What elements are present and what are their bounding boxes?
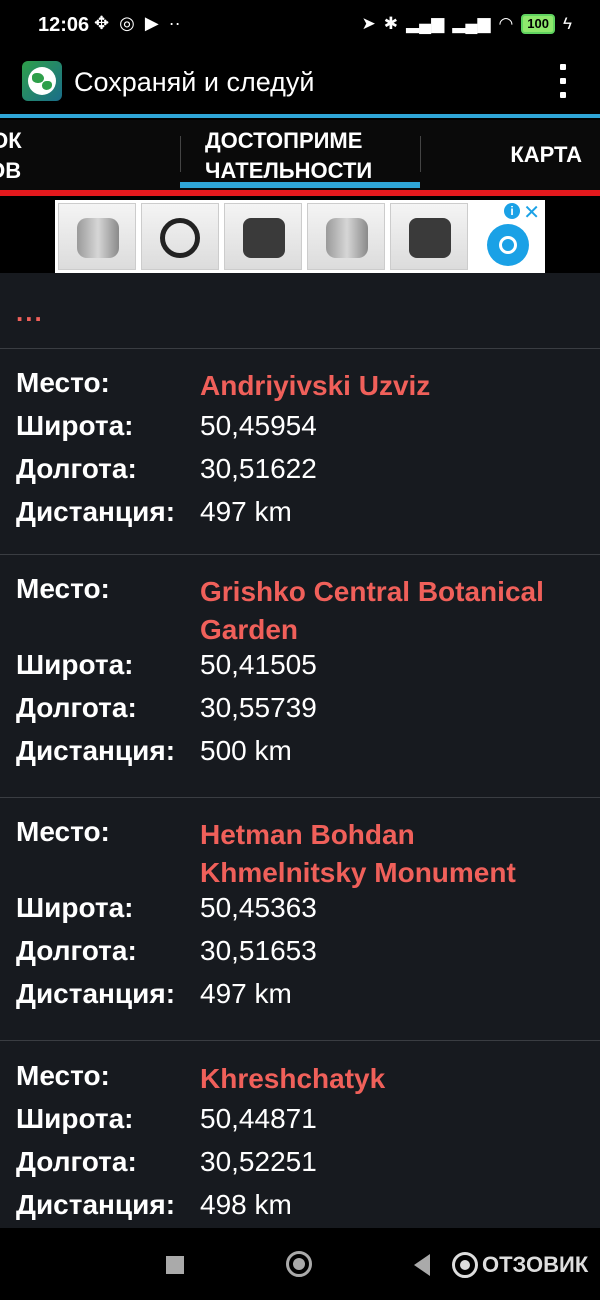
tab-bar: ИСОК ЕКОВ ДОСТОПРИМЕ ЧАТЕЛЬНОСТИ КАРТА [0,120,600,190]
tab-sights[interactable]: ДОСТОПРИМЕ ЧАТЕЛЬНОСТИ [180,120,420,190]
latitude-value: 50,45363 [200,892,317,923]
latitude-label: Широта: [16,649,134,680]
longitude-value: 30,55739 [200,692,317,723]
list-separator [0,1040,600,1041]
signal-icon: ▂▄▆ [406,14,445,33]
longitude-value: 30,52251 [200,1146,317,1177]
ad-close-icon[interactable]: ✕ [523,200,540,225]
move-icon: ✥ [94,13,110,33]
ad-product-image[interactable] [141,203,219,270]
latitude-label: Широта: [16,1103,134,1134]
place-label: Место: [16,573,110,604]
latitude-label: Широта: [16,892,134,923]
tab-map-label: КАРТА [510,142,582,167]
bluetooth-icon: ✱ [383,14,399,33]
place-label: Место: [16,1060,110,1091]
place-label: Место: [16,816,110,847]
latitude-value: 50,41505 [200,649,317,680]
ad-product-image[interactable] [390,203,468,270]
list-separator [0,554,600,555]
status-time: 12:06 [38,14,90,36]
tab-selected-indicator [180,182,420,188]
status-notification-icons: ✥ ◎ ▶ ·· [94,13,181,34]
distance-value: 497 km [200,978,292,1009]
list-item[interactable]: Место: Andriyivski Uzviz Широта: 50,45954 … [0,367,600,539]
app-logo-icon [22,61,62,101]
place-label: Место: [16,367,110,398]
system-nav-bar: ОТЗОВИК [0,1228,600,1300]
distance-label: Дистанция: [16,735,176,766]
youtube-icon: ▶ [144,13,159,33]
latitude-label: Широта: [16,410,134,441]
distance-value: 498 km [200,1189,292,1220]
charging-icon: ϟ [563,14,572,33]
ad-product-image[interactable] [224,203,302,270]
ad-open-icon[interactable] [487,224,529,266]
longitude-value: 30,51622 [200,453,317,484]
red-divider [0,190,600,196]
circle-a-icon: ◎ [119,13,135,33]
longitude-label: Долгота: [16,935,137,966]
back-icon[interactable] [414,1254,430,1276]
list-separator [0,797,600,798]
home-icon[interactable] [286,1251,312,1277]
recents-icon[interactable] [166,1256,184,1274]
app-bar-accent-line [0,114,600,118]
place-name: Khreshchatyk [200,1063,386,1094]
list-item[interactable]: Место: Hetman Bohdan Khmelnitsky Monument… [0,816,600,1021]
status-bar: 12:06 ✥ ◎ ▶ ·· ➤ ✱ ▂▄▆ ▂▄▆ ◠ 100 ϟ [0,0,600,50]
signal-icon-2: ▂▄▆ [452,14,491,33]
latitude-value: 50,45954 [200,410,317,441]
list-item[interactable]: Место: Grishko Central Botanical Garden Ш… [0,573,600,778]
longitude-value: 30,51653 [200,935,317,966]
more-dots-icon: ·· [168,13,181,33]
wifi-icon: ◠ [498,14,514,33]
app-title: Сохраняй и следуй [74,67,315,97]
list-separator [0,348,600,349]
more-ellipsis[interactable]: ... [16,297,44,328]
longitude-label: Долгота: [16,692,137,723]
tab-list-label: ИСОК ЕКОВ [0,128,22,183]
latitude-value: 50,44871 [200,1103,317,1134]
ad-info-icon[interactable]: i [504,203,520,219]
place-name: Hetman Bohdan Khmelnitsky Monument [200,819,516,888]
longitude-label: Долгота: [16,1146,137,1177]
app-bar: Сохраняй и следуй [0,50,600,118]
sights-list: ... Место: Andriyivski Uzviz Широта: 50,45… [0,273,600,1228]
battery-icon: 100 [521,14,555,34]
distance-label: Дистанция: [16,496,176,527]
tab-sights-label: ДОСТОПРИМЕ ЧАТЕЛЬНОСТИ [205,128,373,183]
distance-value: 500 km [200,735,292,766]
longitude-label: Долгота: [16,453,137,484]
ad-product-image[interactable] [307,203,385,270]
tab-list[interactable]: ИСОК ЕКОВ [0,120,180,190]
tab-map[interactable]: КАРТА [420,120,600,190]
watermark-text: ОТЗОВИК [482,1252,589,1277]
watermark-logo-icon [452,1252,478,1278]
distance-label: Дистанция: [16,1189,176,1220]
distance-value: 497 km [200,496,292,527]
ad-banner[interactable]: i ✕ [55,200,545,273]
overflow-menu-icon[interactable] [556,64,570,98]
location-icon: ➤ [361,14,376,33]
ad-product-image[interactable] [58,203,136,270]
place-name: Andriyivski Uzviz [200,370,431,401]
distance-label: Дистанция: [16,978,176,1009]
list-item[interactable]: Место: Khreshchatyk Широта: 50,44871 Долго… [0,1060,600,1228]
watermark: ОТЗОВИК [452,1252,588,1278]
status-system-icons: ➤ ✱ ▂▄▆ ▂▄▆ ◠ 100 ϟ [362,14,572,34]
place-name: Grishko Central Botanical Garden [200,576,544,645]
